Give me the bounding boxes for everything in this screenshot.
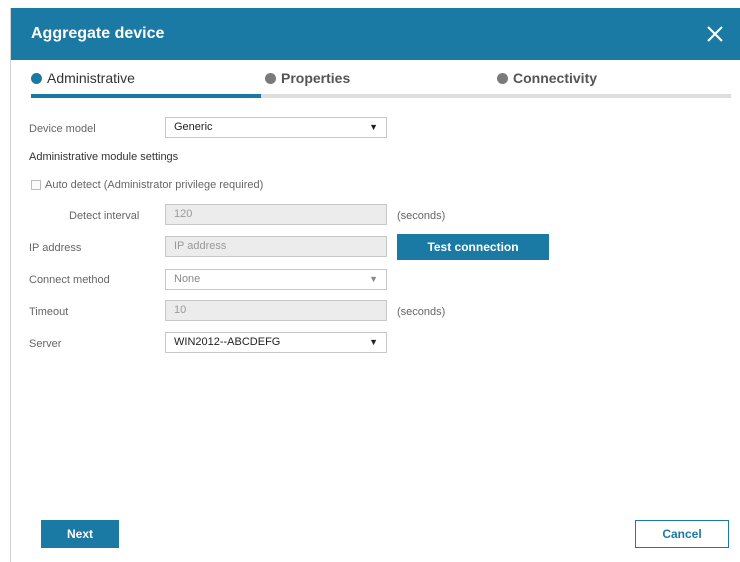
dialog-titlebar: Aggregate device: [11, 8, 740, 60]
auto-detect-checkbox[interactable]: [31, 180, 41, 190]
connect-method-select[interactable]: None ▼: [165, 269, 387, 290]
timeout-unit: (seconds): [397, 306, 446, 318]
server-label: Server: [29, 338, 62, 350]
server-select[interactable]: WIN2012--ABCDEFG ▼: [165, 332, 387, 353]
detect-interval-input: 120: [165, 204, 387, 225]
step-indicator-icon: [31, 73, 42, 84]
connect-method-label: Connect method: [29, 274, 110, 286]
device-model-select[interactable]: Generic ▼: [165, 117, 387, 138]
timeout-input: 10: [165, 300, 387, 321]
server-value: WIN2012--ABCDEFG: [174, 336, 281, 348]
close-icon[interactable]: [703, 22, 727, 46]
next-button[interactable]: Next: [41, 520, 119, 548]
timeout-label: Timeout: [29, 306, 69, 318]
test-connection-button[interactable]: Test connection: [397, 234, 549, 260]
step-label: Connectivity: [513, 70, 598, 86]
step-indicator-icon: [265, 73, 276, 84]
ip-address-input[interactable]: IP address: [165, 236, 387, 257]
step-label: Properties: [281, 70, 351, 86]
auto-detect-label: Auto detect (Administrator privilege req…: [45, 179, 264, 191]
step-progress-bar: [31, 94, 731, 98]
detect-interval-label: Detect interval: [69, 210, 140, 222]
dropdown-arrow-icon: ▼: [369, 122, 378, 132]
step-indicator-icon: [497, 73, 508, 84]
cancel-button[interactable]: Cancel: [635, 520, 729, 548]
dropdown-arrow-icon: ▼: [369, 274, 378, 284]
ip-address-label: IP address: [29, 242, 82, 254]
detect-interval-unit: (seconds): [397, 210, 446, 222]
dialog-title: Aggregate device: [31, 25, 165, 42]
step-label: Administrative: [47, 70, 135, 86]
device-model-value: Generic: [174, 121, 213, 133]
section-title: Administrative module settings: [29, 151, 179, 163]
step-progress-active: [31, 94, 261, 98]
device-model-label: Device model: [29, 123, 96, 135]
aggregate-device-dialog: Aggregate device Administrative Properti…: [10, 8, 740, 562]
dropdown-arrow-icon: ▼: [369, 337, 378, 347]
wizard-steps: Administrative Properties Connectivity: [31, 70, 731, 100]
connect-method-value: None: [174, 273, 201, 285]
